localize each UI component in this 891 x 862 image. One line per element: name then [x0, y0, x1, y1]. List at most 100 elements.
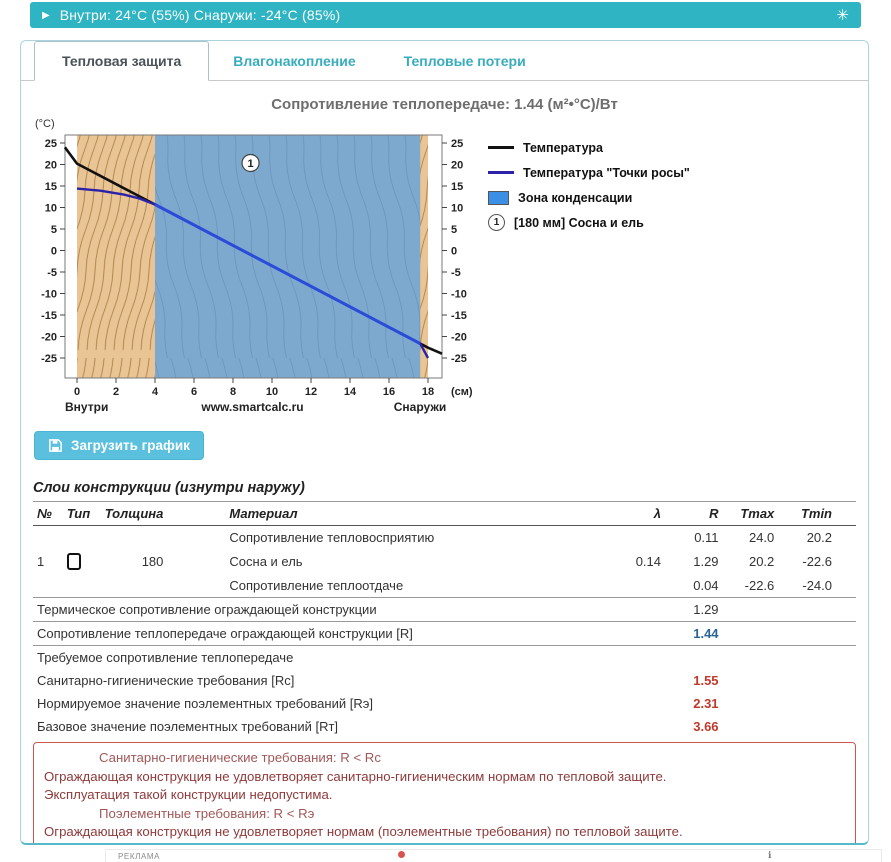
table-row: 1180Сосна и ель0.141.2920.2-22.6 — [33, 549, 856, 574]
inside-label: Внутри — [65, 400, 108, 414]
table-cell: 1.44 — [665, 622, 723, 646]
table-cell — [723, 715, 779, 738]
table-row: Нормируемое значение поэлементных требов… — [33, 692, 856, 715]
table-cell — [617, 574, 665, 598]
table-cell: 180 — [101, 549, 168, 574]
col-material: Материал — [167, 502, 617, 526]
svg-text:8: 8 — [230, 386, 236, 398]
legend-label: [180 мм] Сосна и ель — [514, 216, 644, 230]
table-cell: 2.31 — [665, 692, 723, 715]
table-cell: Сосна и ель — [167, 549, 617, 574]
expand-caret-icon[interactable]: ▶ — [42, 10, 50, 21]
layers-section-title: Слои конструкции (изнутри наружу) — [33, 480, 856, 496]
tab-bar: Тепловая защита Влагонакопление Тепловые… — [21, 41, 868, 81]
table-cell — [778, 715, 856, 738]
svg-text:-25: -25 — [41, 353, 57, 365]
svg-text:-15: -15 — [451, 310, 467, 322]
tab-heat-loss[interactable]: Тепловые потери — [380, 42, 550, 80]
svg-text:(°С): (°С) — [35, 118, 55, 130]
table-cell — [723, 669, 779, 692]
table-cell: 1 — [33, 549, 63, 574]
svg-text:10: 10 — [451, 203, 463, 215]
table-cell — [63, 526, 101, 550]
table-cell: 3.66 — [665, 715, 723, 738]
table-cell — [723, 622, 779, 646]
svg-text:25: 25 — [451, 138, 463, 150]
environment-bar[interactable]: ▶ Внутри: 24°С (55%) Снаружи: -24°С (85%… — [30, 2, 861, 28]
warning-heading: Поэлементные требования: R < Rэ — [44, 805, 845, 824]
svg-text:12: 12 — [305, 386, 317, 398]
snowflake-icon[interactable]: ✳ — [836, 6, 849, 24]
table-cell — [778, 669, 856, 692]
table-cell: 0.11 — [665, 526, 723, 550]
layer-number-badge: 1 — [488, 214, 505, 231]
temperature-line-swatch — [488, 146, 514, 149]
table-cell: -22.6 — [778, 549, 856, 574]
svg-text:5: 5 — [451, 224, 457, 236]
svg-text:0: 0 — [451, 246, 457, 258]
table-row: Базовое значение поэлементных требований… — [33, 715, 856, 738]
table-cell — [723, 598, 779, 622]
warning-text: Ограждающая конструкция не удовлетворяет… — [44, 768, 845, 787]
table-cell: Сопротивление теплопередаче ограждающей … — [33, 622, 665, 646]
svg-text:-25: -25 — [451, 353, 467, 365]
table-cell: Сопротивление теплоотдаче — [167, 574, 617, 598]
table-header-row: № Тип Толщина Материал λ R Tmax Tmin — [33, 502, 856, 526]
ad-logo-icon — [398, 851, 405, 858]
ad-info-icon[interactable]: ℹ — [768, 850, 771, 861]
svg-text:1: 1 — [247, 158, 253, 170]
table-cell: Нормируемое значение поэлементных требов… — [33, 692, 665, 715]
svg-text:-10: -10 — [41, 289, 57, 301]
table-row: Санитарно-гигиенические требования [Rc]1… — [33, 669, 856, 692]
svg-text:2: 2 — [113, 386, 119, 398]
svg-text:0: 0 — [51, 246, 57, 258]
thermal-chart: 25252020151510105500-5-5-10-10-15-15-20-… — [33, 115, 493, 415]
condensation-zone-swatch — [488, 191, 509, 205]
table-cell: Сопротивление тепловосприятию — [167, 526, 617, 550]
table-cell — [101, 574, 168, 598]
legend-label: Температура "Точки росы" — [523, 166, 690, 180]
table-cell: 20.2 — [778, 526, 856, 550]
legend-item: 1 [180 мм] Сосна и ель — [488, 210, 690, 235]
table-cell — [33, 574, 63, 598]
svg-text:25: 25 — [45, 138, 57, 150]
table-row: Сопротивление теплопередаче ограждающей … — [33, 622, 856, 646]
col-tmin: Tmin — [778, 502, 856, 526]
warning-text: Эксплуатация такой конструкции недопусти… — [44, 786, 845, 805]
layer-type-icon — [67, 553, 81, 570]
legend-item: Температура "Точки росы" — [488, 160, 690, 185]
table-cell — [778, 692, 856, 715]
table-cell — [778, 622, 856, 646]
layers-table: № Тип Толщина Материал λ R Tmax Tmin Соп… — [33, 501, 856, 738]
table-row: Термическое сопротивление ограждающей ко… — [33, 598, 856, 622]
svg-text:4: 4 — [152, 386, 159, 398]
table-cell: 1.55 — [665, 669, 723, 692]
tab-thermal-protection[interactable]: Тепловая защита — [34, 41, 209, 81]
svg-text:-10: -10 — [451, 289, 467, 301]
table-cell: Требуемое сопротивление теплопередаче — [33, 646, 665, 670]
tab-moisture-accumulation[interactable]: Влагонакопление — [209, 42, 379, 80]
table-cell: Базовое значение поэлементных требований… — [33, 715, 665, 738]
legend-label: Зона конденсации — [518, 191, 632, 205]
svg-text:10: 10 — [45, 203, 57, 215]
environment-summary: Внутри: 24°С (55%) Снаружи: -24°С (85%) — [60, 7, 837, 23]
table-row: Сопротивление тепловосприятию0.1124.020.… — [33, 526, 856, 550]
table-cell: 1.29 — [665, 549, 723, 574]
table-row: Сопротивление теплоотдаче0.04-22.6-24.0 — [33, 574, 856, 598]
svg-text:-20: -20 — [451, 332, 467, 344]
table-cell — [723, 646, 779, 670]
warning-heading: Санитарно-гигиенические требования: R < … — [44, 749, 845, 768]
svg-text:20: 20 — [45, 160, 57, 172]
ad-banner[interactable]: РЕКЛАМА ℹ — [105, 849, 882, 862]
svg-text:-5: -5 — [47, 267, 57, 279]
col-r: R — [665, 502, 723, 526]
table-cell — [63, 549, 101, 574]
svg-text:15: 15 — [45, 181, 57, 193]
svg-text:16: 16 — [383, 386, 395, 398]
load-graph-label: Загрузить график — [71, 438, 190, 453]
svg-text:15: 15 — [451, 181, 463, 193]
load-graph-button[interactable]: Загрузить график — [34, 431, 204, 460]
ad-label: РЕКЛАМА — [118, 852, 160, 861]
legend-item: Зона конденсации — [488, 185, 690, 210]
watermark: www.smartcalc.ru — [200, 400, 303, 414]
